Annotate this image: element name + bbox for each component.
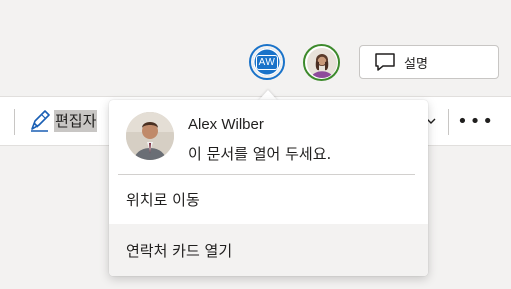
collaborator-avatar[interactable] [303, 44, 340, 81]
person-photo-image [126, 112, 174, 160]
contact-callout: Alex Wilber 이 문서를 열어 두세요. 위치로 이동 연락처 카드 … [109, 100, 428, 276]
avatar-initials-badge: AW [253, 48, 281, 76]
collaborator-photo [306, 47, 337, 78]
header-bar: AW 설명 [0, 0, 511, 90]
avatar-initials: AW [255, 54, 279, 70]
comments-button[interactable]: 설명 [359, 45, 499, 79]
open-contact-card-item[interactable]: 연락처 카드 열기 [109, 224, 428, 276]
comment-icon [374, 51, 396, 73]
person-status-message: 이 문서를 열어 두세요. [188, 145, 332, 163]
person-name: Alex Wilber [188, 116, 264, 133]
pen-icon[interactable] [28, 109, 52, 133]
person-avatar[interactable] [126, 112, 174, 160]
open-contact-card-label: 연락처 카드 열기 [126, 241, 233, 260]
more-options-button[interactable]: ••• [457, 107, 494, 135]
go-to-location-item[interactable]: 위치로 이동 [109, 180, 428, 218]
current-user-avatar[interactable]: AW [249, 44, 285, 80]
editing-mode-label[interactable]: 편집자 [54, 110, 98, 132]
ribbon-divider-right [448, 109, 449, 135]
callout-divider [118, 174, 415, 175]
comments-button-label: 설명 [404, 56, 428, 72]
ribbon-divider [14, 109, 15, 135]
go-to-location-label: 위치로 이동 [126, 190, 200, 209]
